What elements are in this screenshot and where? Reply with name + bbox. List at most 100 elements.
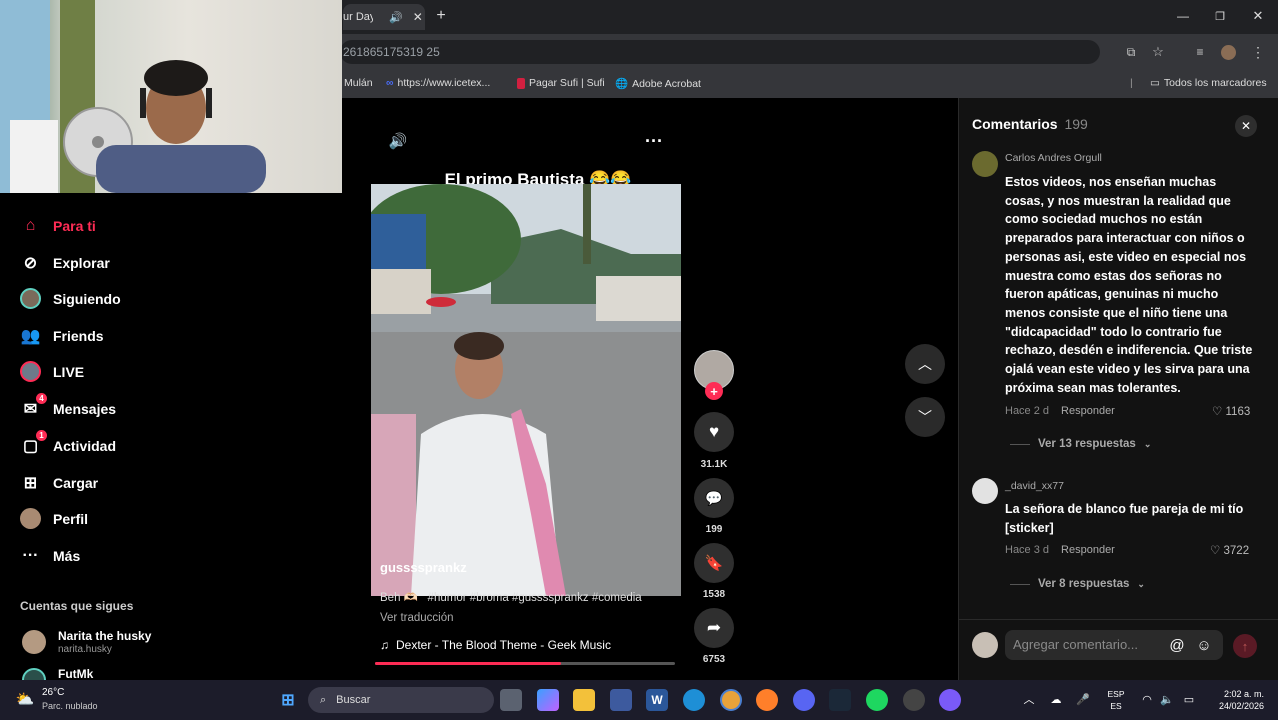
sidebar-item-siguiendo[interactable]: Siguiendo xyxy=(20,288,121,309)
own-avatar xyxy=(972,632,998,658)
all-bookmarks[interactable]: ▭ Todos los marcadores xyxy=(1150,77,1267,89)
battery-icon[interactable]: ▭ xyxy=(1182,692,1196,706)
view-replies-button[interactable]: Ver 8 respuestas ⌄ xyxy=(1010,578,1145,590)
following-avatar xyxy=(22,668,46,680)
spotify-icon[interactable] xyxy=(866,689,888,711)
send-button[interactable]: ↑ xyxy=(1233,634,1257,658)
sidebar-item-mas[interactable]: ··· Más xyxy=(20,545,81,566)
clock[interactable]: 2:02 a. m. 24/02/2026 xyxy=(1208,688,1264,712)
copilot-icon[interactable] xyxy=(537,689,559,711)
maximize-icon[interactable]: ❐ xyxy=(1212,8,1228,24)
bookmark-adobe[interactable]: 🌐 Adobe Acrobat xyxy=(615,77,701,91)
comment-like[interactable]: ♡ 1163 xyxy=(1212,404,1250,418)
music-note-icon: ♫ xyxy=(380,638,389,652)
following-avatar xyxy=(22,630,46,654)
language-indicator[interactable]: ESP ES xyxy=(1104,688,1128,712)
comments-title: Comentarios xyxy=(972,116,1058,132)
task-view-icon[interactable] xyxy=(500,689,522,711)
discord-icon[interactable] xyxy=(793,689,815,711)
mention-icon[interactable]: @ xyxy=(1168,636,1186,654)
reply-button[interactable]: Responder xyxy=(1061,544,1115,556)
url-field[interactable]: 261865175319 25 xyxy=(340,40,1100,64)
sidebar-item-friends[interactable]: 👥 Friends xyxy=(20,325,104,346)
comment-input[interactable]: Agregar comentario... xyxy=(1005,630,1223,660)
view-replies-button[interactable]: Ver 13 respuestas ⌄ xyxy=(1010,438,1151,450)
more-options-icon[interactable]: ··· xyxy=(643,130,665,152)
comment-avatar[interactable] xyxy=(972,151,998,177)
save-button[interactable]: 🔖 xyxy=(694,543,734,583)
sidebar-item-explorar[interactable]: ⊘ Explorar xyxy=(20,252,110,273)
music-row[interactable]: ♫ Dexter - The Blood Theme - Geek Music xyxy=(380,638,611,652)
video-caption: Beh 🫶🏻 #humor #broma #gussssprankz #come… xyxy=(380,592,642,604)
share-button[interactable]: ➦ xyxy=(694,608,734,648)
profile-avatar[interactable] xyxy=(1221,45,1236,60)
comment-text: Estos videos, nos enseñan muchas cosas, … xyxy=(1005,175,1253,395)
menu-icon[interactable]: ⋮ xyxy=(1251,44,1265,60)
bookmark-star-icon[interactable]: ☆ xyxy=(1150,44,1166,60)
sidebar-item-para-ti[interactable]: ⌂ Para ti xyxy=(20,215,96,236)
bookmarks-separator: | xyxy=(1130,77,1133,89)
start-button[interactable]: ⊞ xyxy=(277,689,299,711)
sidebar-item-actividad[interactable]: ▢ 1 Actividad xyxy=(20,430,116,456)
follow-plus-icon[interactable]: + xyxy=(705,382,723,400)
close-tab-icon[interactable]: ✕ xyxy=(413,10,423,24)
bookmark-sufi[interactable]: Pagar Sufi | Sufi xyxy=(517,77,605,89)
video-author[interactable]: gussssprankz xyxy=(380,560,467,575)
clock-date: 24/02/2026 xyxy=(1218,701,1264,711)
volume-tray-icon[interactable]: 🔈 xyxy=(1160,692,1174,706)
bookmark-icetex[interactable]: ∞ https://www.icetex... xyxy=(386,77,490,89)
view-replies-label: Ver 8 respuestas xyxy=(1038,578,1130,590)
comment-like[interactable]: ♡ 3722 xyxy=(1210,543,1249,557)
sidebar-item-label: LIVE xyxy=(53,363,85,380)
sidebar-item-cargar[interactable]: ⊞ Cargar xyxy=(20,472,98,493)
comment-button[interactable]: 💬 xyxy=(694,478,734,518)
brave-icon[interactable] xyxy=(756,689,778,711)
chrome-icon[interactable] xyxy=(720,689,742,711)
sidebar-item-label: Más xyxy=(53,547,81,564)
wifi-icon[interactable]: ◠ xyxy=(1140,692,1154,706)
microphone-icon[interactable]: 🎤 xyxy=(1076,692,1090,706)
media-icon[interactable]: ≡ xyxy=(1192,44,1208,60)
word-icon[interactable]: W xyxy=(646,689,668,711)
activity-icon: ▢ 1 xyxy=(20,430,47,456)
bookmark-mulan[interactable]: Mulán xyxy=(344,77,373,89)
chat-app-icon[interactable] xyxy=(939,689,961,711)
comment-username[interactable]: _david_xx77 xyxy=(1005,480,1064,492)
upload-icon: ⊞ xyxy=(23,474,38,492)
next-video-button[interactable]: ﹀ xyxy=(905,397,945,437)
edge-icon[interactable] xyxy=(683,689,705,711)
previous-video-button[interactable]: ︿ xyxy=(905,344,945,384)
taskbar-search[interactable]: ⌕ Buscar xyxy=(308,687,494,713)
video-player[interactable] xyxy=(371,184,681,596)
emoji-icon[interactable]: ☺ xyxy=(1195,636,1213,654)
weather-widget[interactable]: ⛅ 26°C Parc. nublado xyxy=(14,685,114,715)
like-button[interactable]: ♥ xyxy=(694,412,734,452)
file-explorer-icon[interactable] xyxy=(573,689,595,711)
comment-avatar[interactable] xyxy=(972,478,998,504)
following-item[interactable]: FutMk xyxy=(20,666,320,680)
store-icon[interactable] xyxy=(610,689,632,711)
tray-chevron-icon[interactable]: ︿ xyxy=(1022,692,1036,706)
close-comments-button[interactable]: ✕ xyxy=(1235,115,1257,137)
translate-link[interactable]: Ver traducción xyxy=(380,612,454,624)
progress-track[interactable] xyxy=(375,662,675,665)
comment-time: Hace 2 d xyxy=(1005,405,1050,417)
reply-button[interactable]: Responder xyxy=(1061,405,1115,417)
app-icon[interactable] xyxy=(903,689,925,711)
sidebar-item-live[interactable]: LIVE xyxy=(20,361,84,382)
steam-icon[interactable] xyxy=(829,689,851,711)
onedrive-icon[interactable]: ☁ xyxy=(1049,692,1063,706)
following-name: Narita the husky xyxy=(58,629,152,643)
volume-icon[interactable]: 🔊 xyxy=(387,130,409,152)
new-tab-button[interactable]: + xyxy=(433,7,449,24)
sidebar-item-perfil[interactable]: Perfil xyxy=(20,508,88,529)
browser-tab[interactable]: ur Day 🔊 ✕ xyxy=(343,4,425,30)
sidebar-item-mensajes[interactable]: ✉ 4 Mensajes xyxy=(20,393,116,419)
minimize-icon[interactable]: — xyxy=(1175,8,1191,24)
search-icon: ⌕ xyxy=(320,693,327,706)
comment-username[interactable]: Carlos Andres Orgull xyxy=(1005,152,1102,164)
following-item[interactable]: Narita the husky narita.husky xyxy=(20,629,320,657)
close-window-icon[interactable]: ✕ xyxy=(1250,8,1266,24)
replies-line xyxy=(1010,443,1030,445)
install-icon[interactable]: ⧉ xyxy=(1123,44,1139,60)
